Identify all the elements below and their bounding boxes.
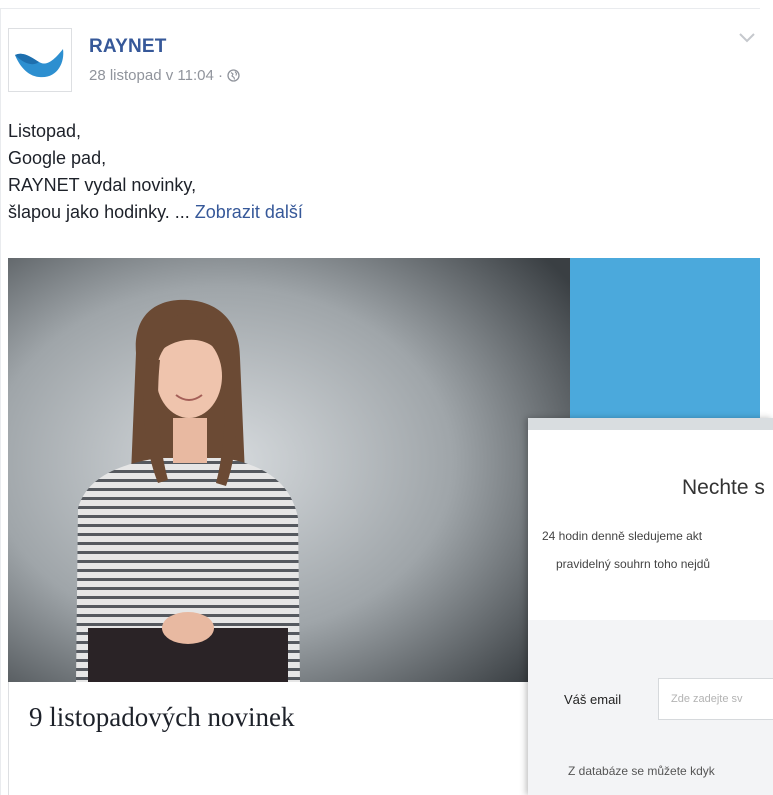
modal-desc-line-2: pravidelný souhrn toho nejdů xyxy=(556,557,711,571)
post-line-4: šlapou jako hodinky. ... Zobrazit další xyxy=(8,199,303,226)
post-border-top xyxy=(0,8,760,9)
page-name-link[interactable]: RAYNET xyxy=(89,36,167,58)
modal-desc-line-1: 24 hodin denně sledujeme akt xyxy=(542,529,703,543)
subscribe-form: Váš email Z databáze se můžete kdyk xyxy=(528,620,773,795)
post-meta: 28 listopad v 11:04 · xyxy=(89,67,240,84)
chevron-down-icon[interactable] xyxy=(738,32,756,44)
page-avatar[interactable] xyxy=(8,28,72,92)
modal-description: 24 hodin denně sledujeme akt pravidelný … xyxy=(542,522,710,578)
post-line-3: RAYNET vydal novinky, xyxy=(8,175,197,195)
post-line-1: Listopad, xyxy=(8,121,82,141)
email-label: Váš email xyxy=(564,692,622,707)
email-field[interactable] xyxy=(658,678,773,720)
globe-icon xyxy=(227,69,240,82)
modal-title: Nechte s xyxy=(682,476,765,499)
facebook-post: RAYNET 28 listopad v 11:04 · Listopad, G… xyxy=(0,0,773,795)
see-more-link[interactable]: Zobrazit další xyxy=(195,202,303,222)
newsletter-modal: Nechte s 24 hodin denně sledujeme akt pr… xyxy=(528,418,773,795)
unsubscribe-note: Z databáze se můžete kdyk xyxy=(568,764,715,778)
post-line-2: Google pad, xyxy=(8,148,107,168)
raynet-bird-logo-icon xyxy=(15,49,64,78)
link-title[interactable]: 9 listopadových novinek xyxy=(29,702,294,733)
post-line-4-text: šlapou jako hodinky. ... xyxy=(8,202,190,222)
modal-header-strip xyxy=(528,418,773,430)
post-timestamp[interactable]: 28 listopad v 11:04 · xyxy=(89,67,223,84)
post-message: Listopad, Google pad, RAYNET vydal novin… xyxy=(8,118,303,226)
post-border-left xyxy=(0,8,1,795)
